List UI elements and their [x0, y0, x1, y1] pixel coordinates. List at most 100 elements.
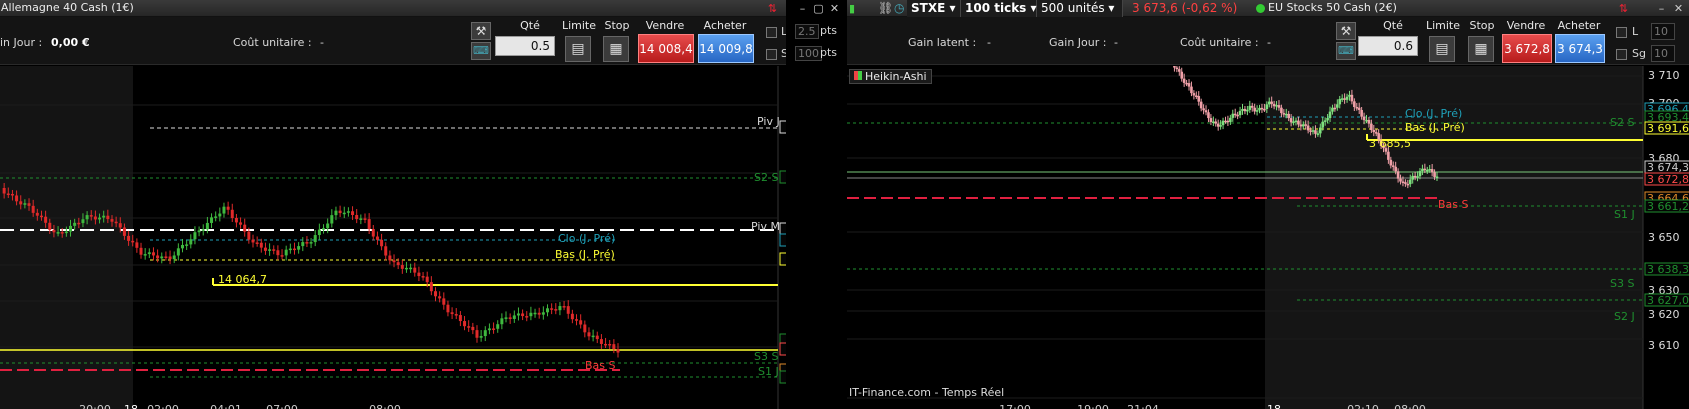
left-candle-body: [384, 246, 388, 256]
right-candle-body: [1428, 169, 1432, 171]
left-candle-body: [425, 276, 429, 283]
left-candle-body: [77, 222, 81, 225]
right-s1-label: S1 J: [1614, 208, 1635, 221]
left-x-label: 20:00: [79, 403, 111, 409]
refresh-icon[interactable]: ⇅: [766, 2, 779, 15]
chart-type-icon[interactable]: ▮: [849, 2, 862, 15]
left-candle-body: [604, 343, 608, 346]
right-candle-body: [1370, 123, 1373, 130]
refresh-icon-right[interactable]: ⇅: [1617, 2, 1630, 15]
right-candle-body: [1389, 159, 1393, 166]
left-candle-body: [434, 291, 438, 297]
left-qty-input[interactable]: 0.5: [495, 36, 555, 56]
instrument-dropdown[interactable]: STXE ▾: [907, 0, 961, 17]
left-candle-body: [164, 256, 168, 258]
left-candle-body: [89, 215, 93, 217]
right-candle-body: [1348, 94, 1351, 97]
left-price-chart[interactable]: 14 25014 05014 204,914 155,114 111,814 1…: [0, 66, 786, 409]
right-qty-input[interactable]: 0.6: [1358, 36, 1418, 56]
left-candle-body: [558, 306, 562, 311]
left-candle-body: [110, 219, 114, 222]
left-bas-label: Bas (J. Pré): [555, 248, 615, 261]
left-candle-body: [69, 225, 73, 232]
close-icon-right[interactable]: ✕: [1672, 2, 1685, 15]
right-candle-body: [1238, 110, 1242, 116]
left-candle-body: [575, 319, 579, 321]
left-l-pts-input[interactable]: 2.5: [795, 24, 819, 39]
left-qty-label: Qté: [520, 19, 540, 32]
minimize-icon[interactable]: –: [796, 2, 809, 15]
left-candle-body: [483, 330, 487, 337]
right-s-checkbox[interactable]: [1616, 49, 1627, 60]
left-candle-body: [409, 267, 413, 270]
left-candle-body: [127, 235, 131, 241]
close-icon[interactable]: ✕: [828, 2, 841, 15]
left-candle-body: [492, 328, 496, 330]
limit-order-icon[interactable]: ▤: [565, 36, 591, 62]
left-s-checkbox[interactable]: [766, 49, 777, 60]
left-sell-button[interactable]: 14 008,4: [638, 34, 694, 63]
right-buy-button[interactable]: 3 674,3: [1555, 34, 1605, 63]
right-gain-jour-label: Gain Jour :: [1049, 36, 1107, 49]
wrench-icon[interactable]: ⚒: [471, 22, 491, 40]
left-candle-body: [226, 206, 230, 210]
left-candle-body: [297, 246, 301, 250]
right-candle-body: [1345, 96, 1349, 100]
right-axis-tick: 3 620: [1648, 308, 1680, 321]
minimize-icon-right[interactable]: –: [1655, 2, 1668, 15]
link-icon[interactable]: ⛓: [878, 1, 893, 15]
ticks-value: 100 ticks: [965, 1, 1027, 15]
stop-order-icon[interactable]: ▦: [603, 36, 629, 62]
right-candle-body: [1277, 105, 1281, 108]
left-candle-body: [446, 304, 450, 313]
left-candle-body: [487, 328, 491, 331]
right-candle-body: [1362, 116, 1366, 121]
left-candle-body: [591, 335, 595, 338]
right-candle-body: [1326, 118, 1329, 121]
limit-order-icon-right[interactable]: ▤: [1429, 36, 1455, 62]
maximize-icon[interactable]: ▢: [812, 2, 825, 15]
left-candle-body: [334, 210, 338, 216]
left-s-pts-input[interactable]: 100: [795, 46, 822, 61]
clock-icon[interactable]: ◷: [894, 1, 904, 15]
right-candle-body: [1357, 107, 1361, 110]
left-piv-m-label: Piv M: [751, 220, 780, 233]
legend-swatch-icon: [854, 71, 862, 80]
right-candle-body: [1231, 113, 1235, 118]
ticks-dropdown[interactable]: 100 ticks ▾: [961, 0, 1037, 17]
right-price-chart[interactable]: 3 7103 7003 6803 6503 6303 6203 6103 696…: [847, 66, 1689, 409]
right-cout-value: -: [1267, 36, 1271, 49]
left-buy-button[interactable]: 14 009,8: [698, 34, 754, 63]
right-candle-body: [1391, 165, 1395, 167]
right-s-input[interactable]: 10: [1651, 45, 1675, 62]
stop-order-icon-right[interactable]: ▦: [1468, 36, 1494, 62]
left-toolbar: in Jour : 0,00 € Coût unitaire : - ⚒ ⌨ Q…: [0, 17, 786, 65]
right-axis-tick: 3 650: [1648, 231, 1680, 244]
left-candle-body: [359, 218, 363, 220]
left-l-pts-label: pts: [820, 24, 838, 37]
left-candle-body: [151, 252, 155, 256]
right-gain-latent-value: -: [987, 36, 991, 49]
right-candle-body: [1229, 117, 1232, 123]
left-candle-body: [355, 215, 359, 220]
right-l-input[interactable]: 10: [1651, 23, 1675, 40]
right-sell-button[interactable]: 3 672,8: [1502, 34, 1552, 63]
units-dropdown[interactable]: 500 unités ▾: [1037, 0, 1123, 17]
left-gain-jour-label: in Jour :: [0, 36, 43, 49]
keyboard-icon[interactable]: ⌨: [471, 42, 491, 60]
status-dot-icon: [1256, 4, 1265, 13]
right-candle-body: [1425, 169, 1429, 172]
left-candle-body: [512, 315, 516, 319]
left-candle-body: [2, 188, 6, 194]
keyboard-icon-right[interactable]: ⌨: [1336, 42, 1356, 60]
right-x-label: 17:00: [999, 403, 1031, 409]
wrench-icon-right[interactable]: ⚒: [1336, 22, 1356, 40]
legend-label: Heikin-Ashi: [865, 70, 927, 83]
right-l-checkbox[interactable]: [1616, 27, 1627, 38]
left-candle-body: [6, 193, 10, 196]
left-candle-body: [172, 255, 176, 260]
right-candle-body: [1297, 120, 1300, 125]
left-l-checkbox[interactable]: [766, 27, 777, 38]
right-candle-body: [1299, 124, 1303, 127]
left-candle-body: [280, 255, 284, 257]
